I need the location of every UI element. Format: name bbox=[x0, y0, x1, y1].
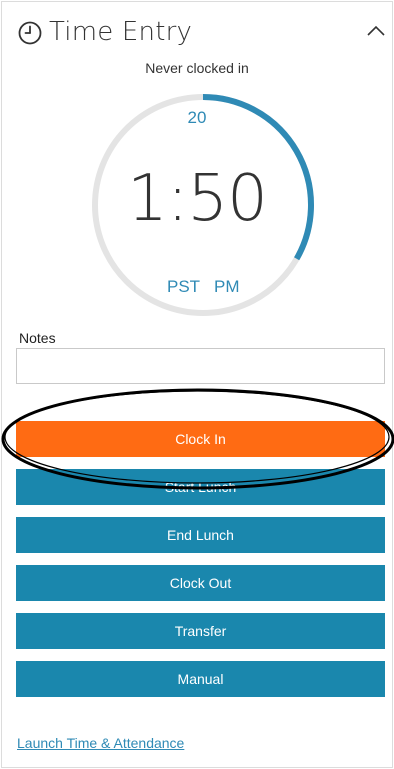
timezone-label: PST bbox=[167, 277, 201, 296]
clock-icon bbox=[18, 21, 42, 45]
panel-header: Time Entry bbox=[2, 2, 392, 58]
time-entry-panel: Time Entry Never clocked in 20 1:50 PST … bbox=[1, 1, 393, 768]
current-time: 1:50 bbox=[127, 162, 268, 236]
launch-time-attendance-link[interactable]: Launch Time & Attendance bbox=[17, 735, 184, 751]
clock-status: Never clocked in bbox=[145, 60, 249, 76]
page-title: Time Entry bbox=[49, 17, 193, 47]
clock-in-button[interactable]: Clock In bbox=[16, 421, 385, 457]
notes-label: Notes bbox=[19, 330, 56, 346]
ampm-label: PM bbox=[214, 277, 240, 296]
chevron-up-icon[interactable] bbox=[366, 24, 386, 38]
manual-button[interactable]: Manual bbox=[16, 661, 385, 697]
start-lunch-button[interactable]: Start Lunch bbox=[16, 469, 385, 505]
notes-input[interactable] bbox=[16, 348, 385, 384]
transfer-button[interactable]: Transfer bbox=[16, 613, 385, 649]
dial-seconds: 20 bbox=[187, 108, 207, 127]
end-lunch-button[interactable]: End Lunch bbox=[16, 517, 385, 553]
clock-out-button[interactable]: Clock Out bbox=[16, 565, 385, 601]
